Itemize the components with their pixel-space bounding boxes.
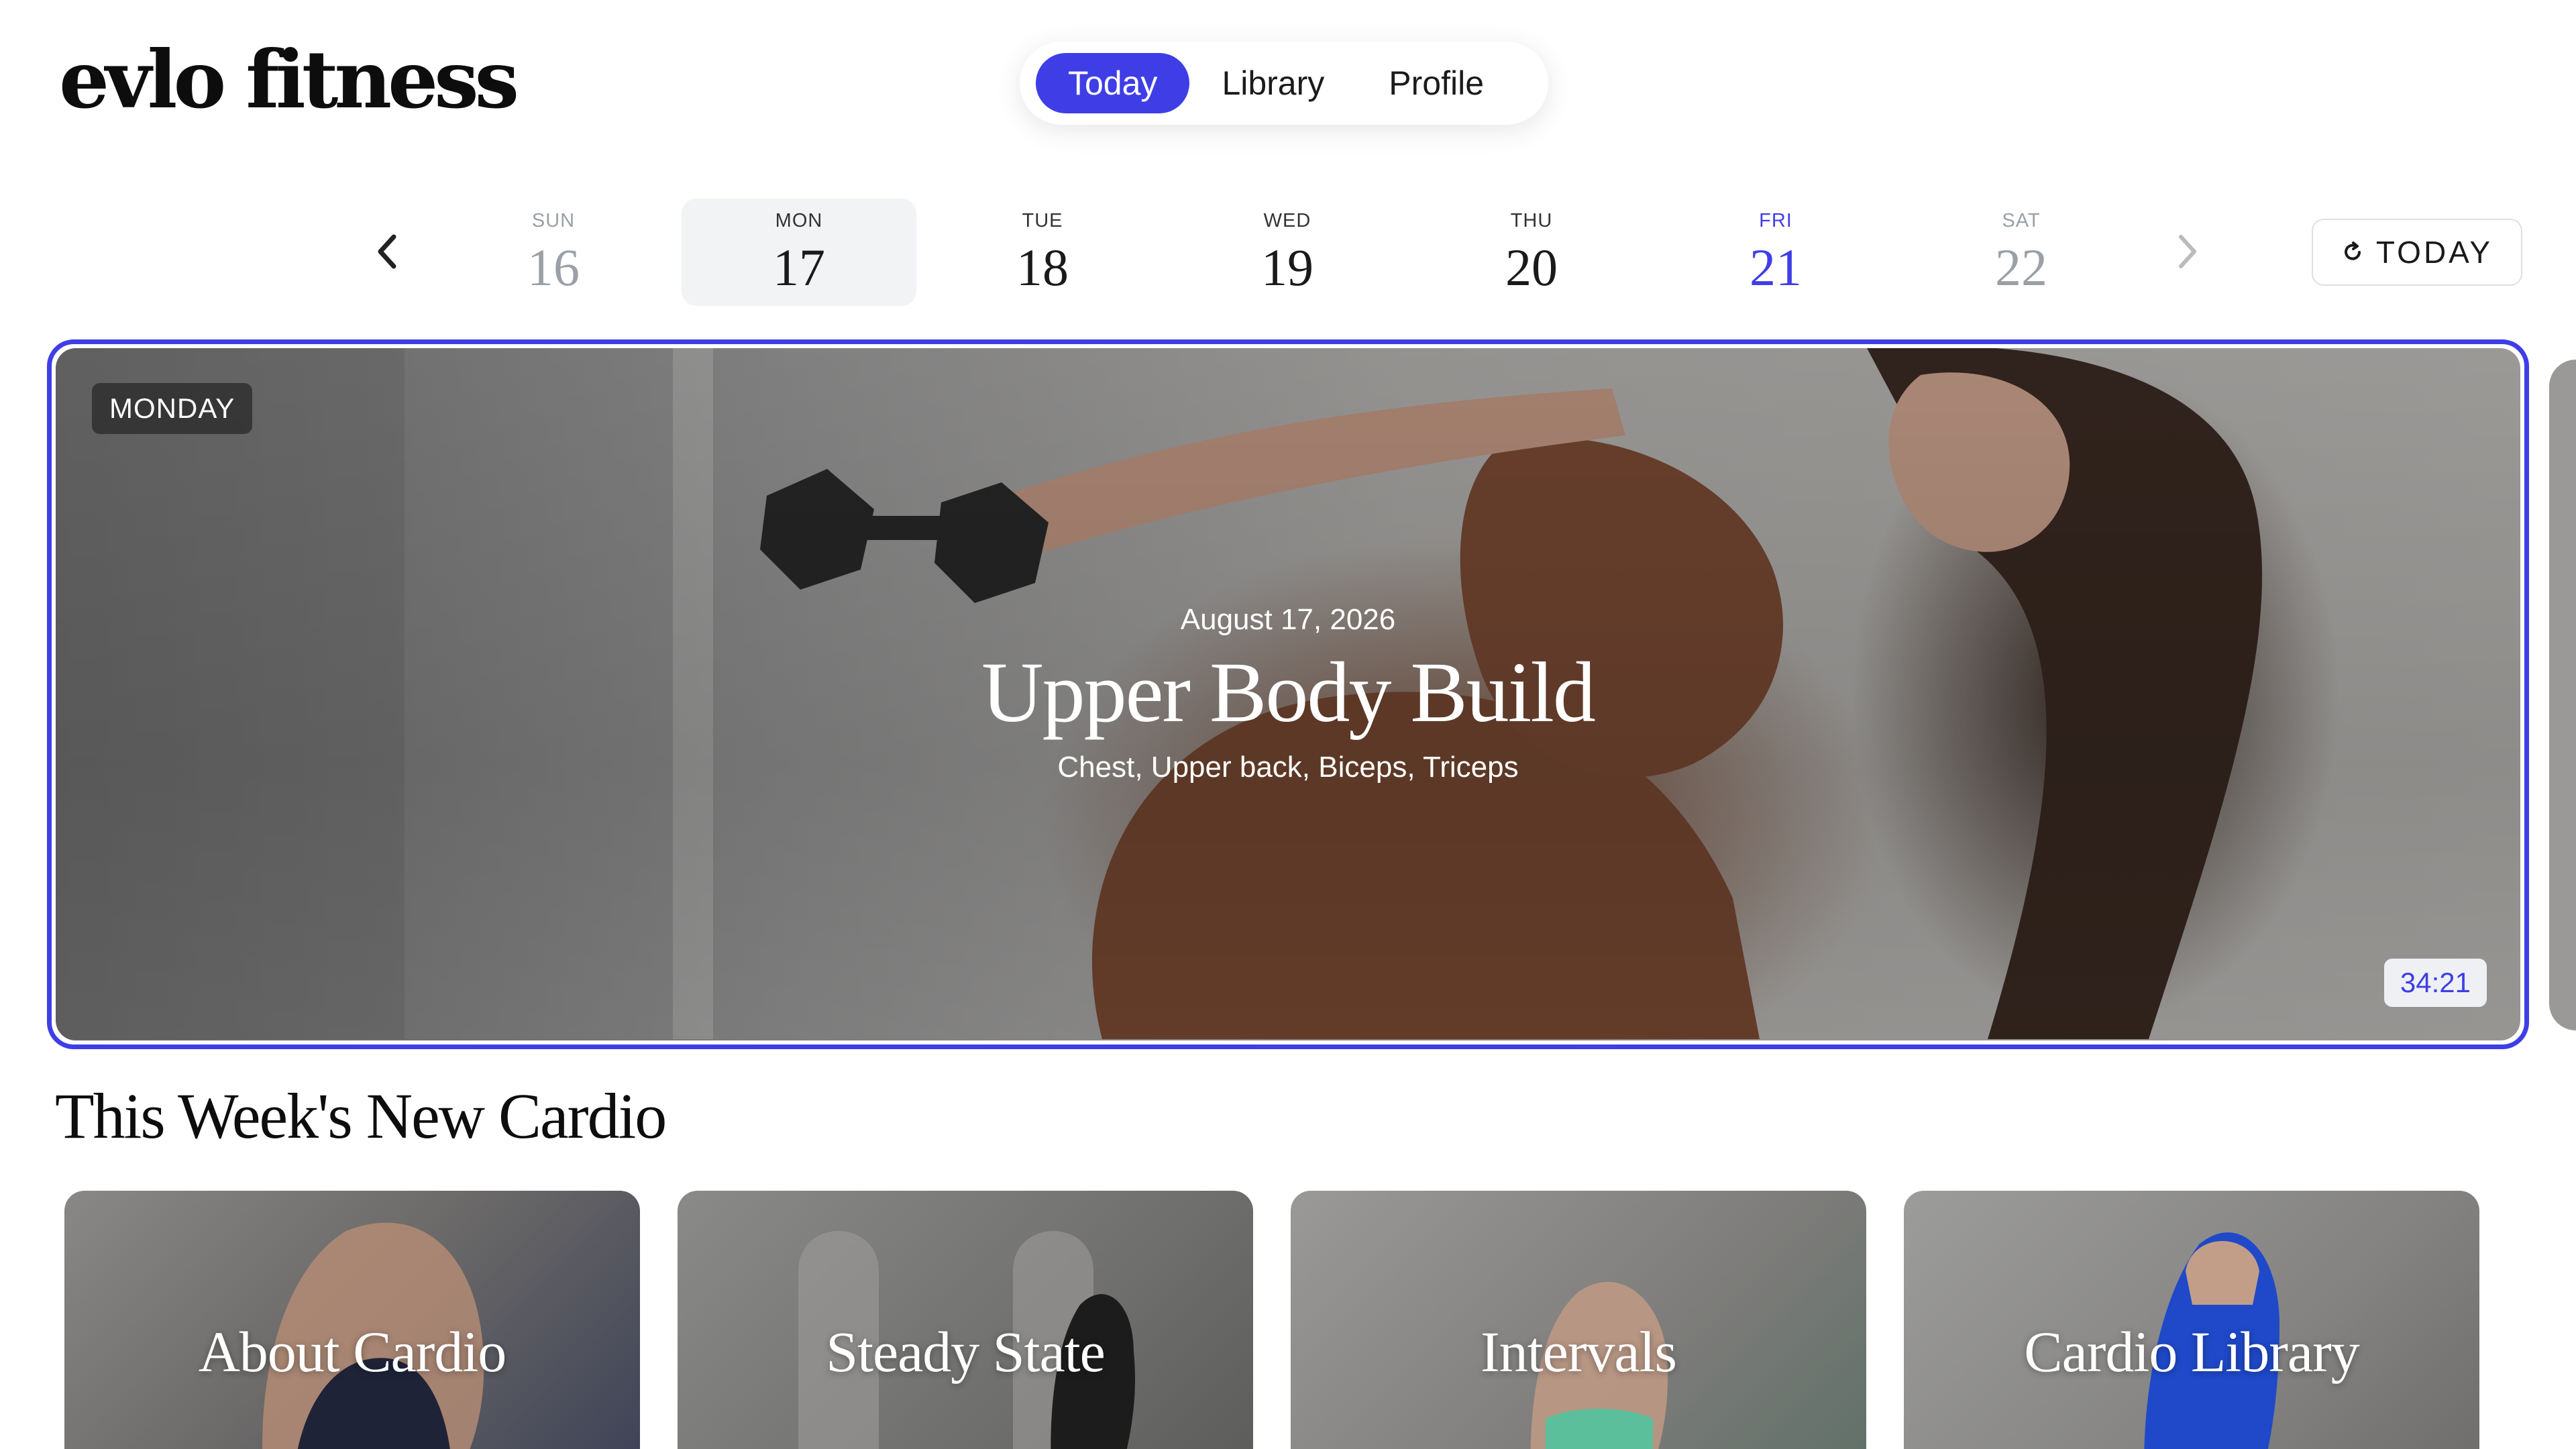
card-title: About Cardio <box>198 1320 507 1384</box>
workout-muscles: Chest, Upper back, Biceps, Triceps <box>1057 751 1519 784</box>
day-number: 20 <box>1505 237 1558 297</box>
main-nav: Today Library Profile <box>1020 42 1548 125</box>
card-title: Intervals <box>1481 1320 1677 1384</box>
day-label: THU <box>1510 209 1553 231</box>
day-number: 19 <box>1261 237 1313 297</box>
workout-date: August 17, 2026 <box>1180 603 1396 636</box>
workout-title: Upper Body Build <box>981 645 1596 740</box>
tab-library[interactable]: Library <box>1189 53 1356 113</box>
app-root: evlo fitness Today Library Profile SUN 1… <box>0 0 2576 1449</box>
day-label: FRI <box>1759 209 1792 231</box>
card-title: Cardio Library <box>2024 1320 2359 1384</box>
day-wed[interactable]: WED 19 <box>1170 199 1405 306</box>
prev-week-button[interactable] <box>357 221 417 282</box>
card-about-cardio[interactable]: About Cardio <box>64 1191 640 1449</box>
day-number: 18 <box>1016 237 1069 297</box>
day-thu[interactable]: THU 20 <box>1414 199 1649 306</box>
duration-badge: 34:21 <box>2383 959 2487 1007</box>
refresh-icon <box>2341 241 2364 264</box>
day-number: 17 <box>773 237 825 297</box>
card-title: Steady State <box>826 1320 1106 1384</box>
next-card-peek[interactable] <box>2549 360 2576 1030</box>
tab-profile[interactable]: Profile <box>1356 53 1516 113</box>
day-badge: MONDAY <box>92 383 253 434</box>
chevron-right-icon <box>2179 235 2196 268</box>
day-label: SAT <box>2002 209 2041 231</box>
chevron-left-icon <box>378 234 396 269</box>
day-number: 22 <box>1995 237 2047 297</box>
cardio-card-row: About Cardio Steady State Intervals Card… <box>64 1191 2479 1449</box>
card-steady-state[interactable]: Steady State <box>678 1191 1253 1449</box>
day-label: MON <box>775 209 823 231</box>
section-title: This Week's New Cardio <box>55 1080 667 1152</box>
today-button[interactable]: TODAY <box>2312 219 2522 286</box>
next-week-button[interactable] <box>2157 221 2218 282</box>
day-fri[interactable]: FRI 21 <box>1658 199 1893 306</box>
day-sun[interactable]: SUN 16 <box>436 199 671 306</box>
card-intervals[interactable]: Intervals <box>1291 1191 1866 1449</box>
day-label: WED <box>1263 209 1311 231</box>
hero-text-block: August 17, 2026 Upper Body Build Chest, … <box>56 603 2520 784</box>
hero-image: MONDAY August 17, 2026 Upper Body Build … <box>56 348 2520 1040</box>
day-number: 21 <box>1750 237 1802 297</box>
today-button-label: TODAY <box>2375 235 2493 270</box>
card-cardio-library[interactable]: Cardio Library <box>1904 1191 2479 1449</box>
day-number: 16 <box>527 237 580 297</box>
brand-logo[interactable]: evlo fitness <box>59 40 519 119</box>
day-mon[interactable]: MON 17 <box>682 199 916 306</box>
tab-today[interactable]: Today <box>1036 53 1190 113</box>
featured-workout-card[interactable]: MONDAY August 17, 2026 Upper Body Build … <box>47 339 2529 1049</box>
day-sat[interactable]: SAT 22 <box>1904 199 2139 306</box>
day-tue[interactable]: TUE 18 <box>925 199 1160 306</box>
day-label: TUE <box>1022 209 1063 231</box>
day-label: SUN <box>531 209 576 231</box>
